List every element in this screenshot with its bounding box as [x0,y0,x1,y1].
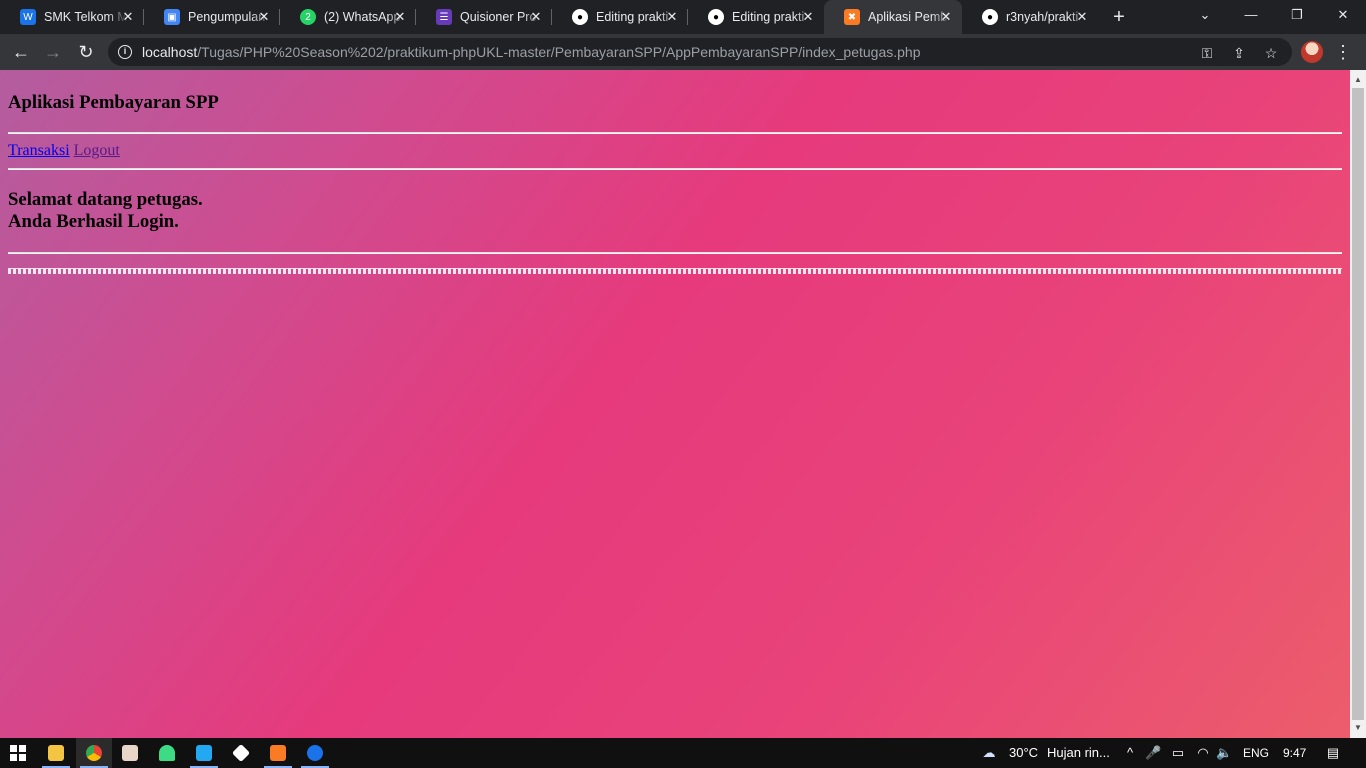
divider [8,252,1342,254]
classroom-icon: ▣ [164,9,180,25]
page-content: Aplikasi Pembayaran SPP Transaksi Logout… [0,70,1350,282]
tab-quisioner[interactable]: ☰ Quisioner Pro ✕ [416,0,552,34]
start-button[interactable] [0,738,36,768]
android-icon [159,745,175,761]
taskbar-file-explorer[interactable] [38,738,74,768]
close-window-button[interactable]: ✕ [1320,0,1366,30]
back-arrow-icon[interactable]: ← [9,40,33,64]
scroll-up-icon[interactable]: ▲ [1350,72,1366,88]
close-icon[interactable]: ✕ [120,9,136,25]
forward-arrow-icon[interactable]: → [41,40,65,64]
folder-icon [48,745,64,761]
clock-time[interactable]: 9:47 [1283,746,1306,760]
close-icon[interactable]: ✕ [664,9,680,25]
wifi-icon[interactable]: ◠ [1195,745,1211,761]
page-viewport: Aplikasi Pembayaran SPP Transaksi Logout… [0,70,1350,738]
tab-search-chevron-icon[interactable]: ⌄ [1182,0,1228,30]
anime-app-icon [122,745,138,761]
new-tab-button[interactable]: + [1108,6,1130,28]
github-icon: ● [572,9,588,25]
address-bar[interactable]: i localhost/Tugas/PHP%20Season%202/prakt… [108,38,1292,66]
welcome-line-2: Anda Berhasil Login. [8,211,179,232]
logout-link[interactable]: Logout [74,142,120,159]
weather-temperature[interactable]: 30°C [1009,745,1038,760]
weather-cloud-icon[interactable]: ☁ [978,745,1000,761]
close-icon[interactable]: ✕ [392,9,408,25]
vertical-scrollbar[interactable]: ▲ ▼ [1350,70,1366,738]
key-icon[interactable]: ⚿ [1198,44,1216,62]
minimize-button[interactable]: — [1228,0,1274,30]
webex-icon [307,745,323,761]
github-icon: ● [982,9,998,25]
url-path: /Tugas/PHP%20Season%202/praktikum-phpUKL… [197,44,921,60]
webex-icon: W [20,9,36,25]
tab-whatsapp[interactable]: 2 (2) WhatsApp ✕ [280,0,416,34]
volume-icon[interactable]: 🔈 [1216,745,1232,761]
divider [8,168,1342,170]
browser-menu-icon[interactable]: ⋮ [1334,40,1352,64]
close-icon[interactable]: ✕ [256,9,272,25]
battery-icon[interactable]: ▭ [1170,745,1186,761]
xampp-icon [270,745,286,761]
tab-pengumpulan[interactable]: ▣ Pengumpulan ✕ [144,0,280,34]
close-icon[interactable]: ✕ [800,9,816,25]
tab-editing-2[interactable]: ● Editing prakti ✕ [688,0,824,34]
windows-taskbar: ☁ 30°C Hujan rin... ^ 🎤 ▭ ◠ 🔈 ENG 9:47 ▤ [0,738,1366,768]
taskbar-vscode[interactable] [186,738,222,768]
close-icon[interactable]: ✕ [528,9,544,25]
tab-title: SMK Telkom M [44,10,128,24]
url-host: localhost [142,44,198,60]
reload-icon[interactable]: ↻ [74,40,98,64]
close-icon[interactable]: ✕ [1074,9,1090,25]
taskbar-xampp[interactable] [260,738,296,768]
windows-icon [10,745,26,761]
url-text[interactable]: localhost/Tugas/PHP%20Season%202/praktik… [142,44,921,60]
taskbar-webex[interactable] [297,738,333,768]
close-icon[interactable]: ✕ [938,9,954,25]
welcome-message: Selamat datang petugas. Anda Berhasil Lo… [8,189,1342,233]
taskbar-chrome[interactable] [76,738,112,768]
tab-smk-telkom[interactable]: W SMK Telkom M ✕ [0,0,144,34]
nav-links: Transaksi Logout [8,142,1342,160]
language-indicator[interactable]: ENG [1243,746,1269,760]
weather-description[interactable]: Hujan rin... [1047,745,1110,760]
bookmark-star-icon[interactable]: ☆ [1262,44,1280,62]
forms-icon: ☰ [436,9,452,25]
taskbar-unity[interactable] [223,738,259,768]
microphone-icon[interactable]: 🎤 [1145,745,1161,761]
footer-divider [8,268,1342,274]
restore-button[interactable]: ❐ [1274,0,1320,30]
page-title: Aplikasi Pembayaran SPP [8,92,219,113]
notifications-icon[interactable]: ▤ [1325,745,1341,761]
chrome-icon [86,745,102,761]
scroll-thumb[interactable] [1352,88,1364,720]
vscode-icon [196,745,212,761]
cube-icon [231,743,251,763]
chevron-up-icon[interactable]: ^ [1122,745,1138,761]
transaksi-link[interactable]: Transaksi [8,142,70,159]
tab-aplikasi-active[interactable]: ✖ Aplikasi Pemb ✕ [824,0,962,34]
github-icon: ● [708,9,724,25]
scroll-down-icon[interactable]: ▼ [1350,720,1366,736]
tab-strip: W SMK Telkom M ✕ ▣ Pengumpulan ✕ 2 (2) W… [0,0,1366,34]
tab-r3nyah[interactable]: ● r3nyah/prakti ✕ [962,0,1098,34]
whatsapp-icon: 2 [300,9,316,25]
share-icon[interactable]: ⇪ [1230,44,1248,62]
taskbar-app-anime[interactable] [112,738,148,768]
browser-toolbar: ← → ↻ i localhost/Tugas/PHP%20Season%202… [0,34,1366,70]
xampp-icon: ✖ [844,9,860,25]
taskbar-android-studio[interactable] [149,738,185,768]
profile-avatar[interactable] [1301,41,1323,63]
welcome-line-1: Selamat datang petugas. [8,189,203,210]
tab-editing-1[interactable]: ● Editing prakti ✕ [552,0,688,34]
site-info-icon[interactable]: i [118,45,132,59]
divider [8,132,1342,134]
